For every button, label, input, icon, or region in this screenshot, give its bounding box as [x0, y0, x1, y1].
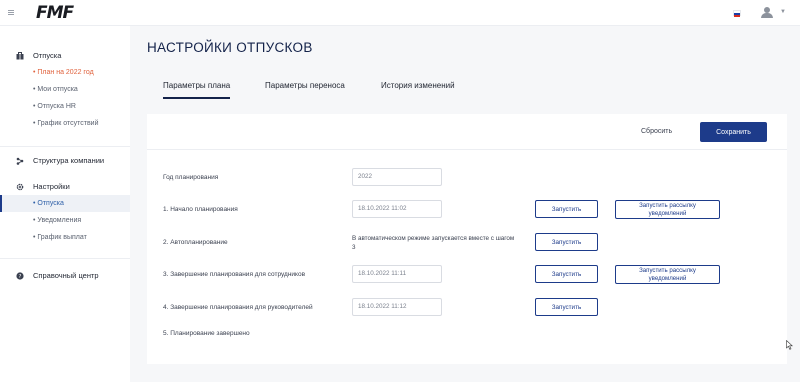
- sidebar: Отпуска • План на 2022 год • Мои отпуска…: [0, 26, 130, 382]
- sidebar-section-vacations: Отпуска • План на 2022 год • Мои отпуска…: [0, 48, 130, 132]
- sidebar-item-company-structure[interactable]: Структура компании: [0, 153, 130, 169]
- chevron-down-icon[interactable]: ▼: [780, 9, 786, 15]
- help-icon: ?: [16, 272, 24, 280]
- send-notifications-start-button[interactable]: Запустить рассылку уведомлений: [615, 200, 720, 219]
- app-logo[interactable]: FMF: [36, 3, 74, 23]
- run-managers-planning-end-button[interactable]: Запустить: [535, 298, 598, 316]
- language-flag-icon[interactable]: [733, 10, 741, 17]
- gear-icon: [16, 183, 24, 191]
- sidebar-section-label: Справочный центр: [33, 271, 99, 280]
- sidebar-divider: [0, 146, 130, 147]
- briefcase-icon: [16, 52, 24, 60]
- employees-planning-end-date-field[interactable]: 18.10.2022 11:11: [352, 265, 442, 283]
- run-employees-planning-end-button[interactable]: Запустить: [535, 265, 598, 283]
- sidebar-section-label: Структура компании: [33, 156, 105, 165]
- card-toolbar: Сбросить Сохранить: [147, 114, 787, 150]
- settings-card: Сбросить Сохранить Год планирования 2022…: [147, 114, 787, 364]
- auto-planning-note: В автоматическом режиме запускается вмес…: [352, 235, 515, 251]
- sidebar-item-vacations[interactable]: Отпуска: [0, 48, 130, 64]
- sidebar-item-my-vacations[interactable]: • Мои отпуска: [0, 81, 130, 98]
- sidebar-section-settings: Настройки • Отпуска • Уведомления • Граф…: [0, 179, 130, 246]
- employees-planning-end-label: 3. Завершение планирования для сотрудник…: [163, 271, 306, 278]
- mouse-cursor-icon: [786, 340, 793, 350]
- tabs: Параметры плана Параметры переноса Истор…: [130, 72, 800, 99]
- tab-transfer-parameters[interactable]: Параметры переноса: [265, 81, 345, 99]
- planning-year-label: Год планирования: [163, 174, 219, 181]
- menu-icon[interactable]: [8, 10, 14, 15]
- tab-plan-parameters[interactable]: Параметры плана: [163, 81, 231, 99]
- user-avatar-icon[interactable]: [760, 7, 774, 19]
- tab-change-history[interactable]: История изменений: [381, 81, 455, 99]
- planning-finished-label: 5. Планирование завершено: [163, 330, 250, 337]
- sidebar-item-payment-schedule[interactable]: • График выплат: [0, 229, 130, 246]
- sidebar-section-structure: Структура компании: [0, 153, 130, 169]
- sidebar-item-help-center[interactable]: ? Справочный центр: [0, 268, 130, 284]
- planning-start-date-field[interactable]: 18.10.2022 11:02: [352, 200, 442, 218]
- top-bar: FMF ▼: [0, 0, 800, 26]
- svg-text:?: ?: [19, 274, 22, 280]
- page-title: НАСТРОЙКИ ОТПУСКОВ: [147, 40, 313, 55]
- auto-planning-label: 2. Автопланирование: [163, 239, 228, 246]
- sidebar-divider: [0, 258, 130, 259]
- sidebar-item-settings[interactable]: Настройки: [0, 179, 130, 195]
- reset-button[interactable]: Сбросить: [641, 124, 672, 140]
- org-structure-icon: [16, 157, 24, 165]
- send-notifications-employees-button[interactable]: Запустить рассылку уведомлений: [615, 265, 720, 284]
- sidebar-item-settings-vacations[interactable]: • Отпуска: [0, 195, 130, 212]
- sidebar-item-notifications[interactable]: • Уведомления: [0, 212, 130, 229]
- sidebar-item-plan-2022[interactable]: • План на 2022 год: [0, 64, 130, 81]
- save-button[interactable]: Сохранить: [700, 122, 767, 142]
- managers-planning-end-label: 4. Завершение планирования для руководит…: [163, 304, 313, 311]
- managers-planning-end-date-field[interactable]: 18.10.2022 11:12: [352, 298, 442, 316]
- run-auto-planning-button[interactable]: Запустить: [535, 233, 598, 251]
- planning-year-field[interactable]: 2022: [352, 168, 442, 186]
- sidebar-section-label: Отпуска: [33, 51, 62, 60]
- sidebar-section-help: ? Справочный центр: [0, 268, 130, 284]
- sidebar-item-absence-schedule[interactable]: • График отсутствий: [0, 115, 130, 132]
- run-planning-start-button[interactable]: Запустить: [535, 200, 598, 218]
- sidebar-item-vacations-hr[interactable]: • Отпуска HR: [0, 98, 130, 115]
- sidebar-section-label: Настройки: [33, 182, 70, 191]
- main-content: НАСТРОЙКИ ОТПУСКОВ Параметры плана Парам…: [130, 26, 800, 382]
- planning-start-label: 1. Начало планирования: [163, 206, 238, 213]
